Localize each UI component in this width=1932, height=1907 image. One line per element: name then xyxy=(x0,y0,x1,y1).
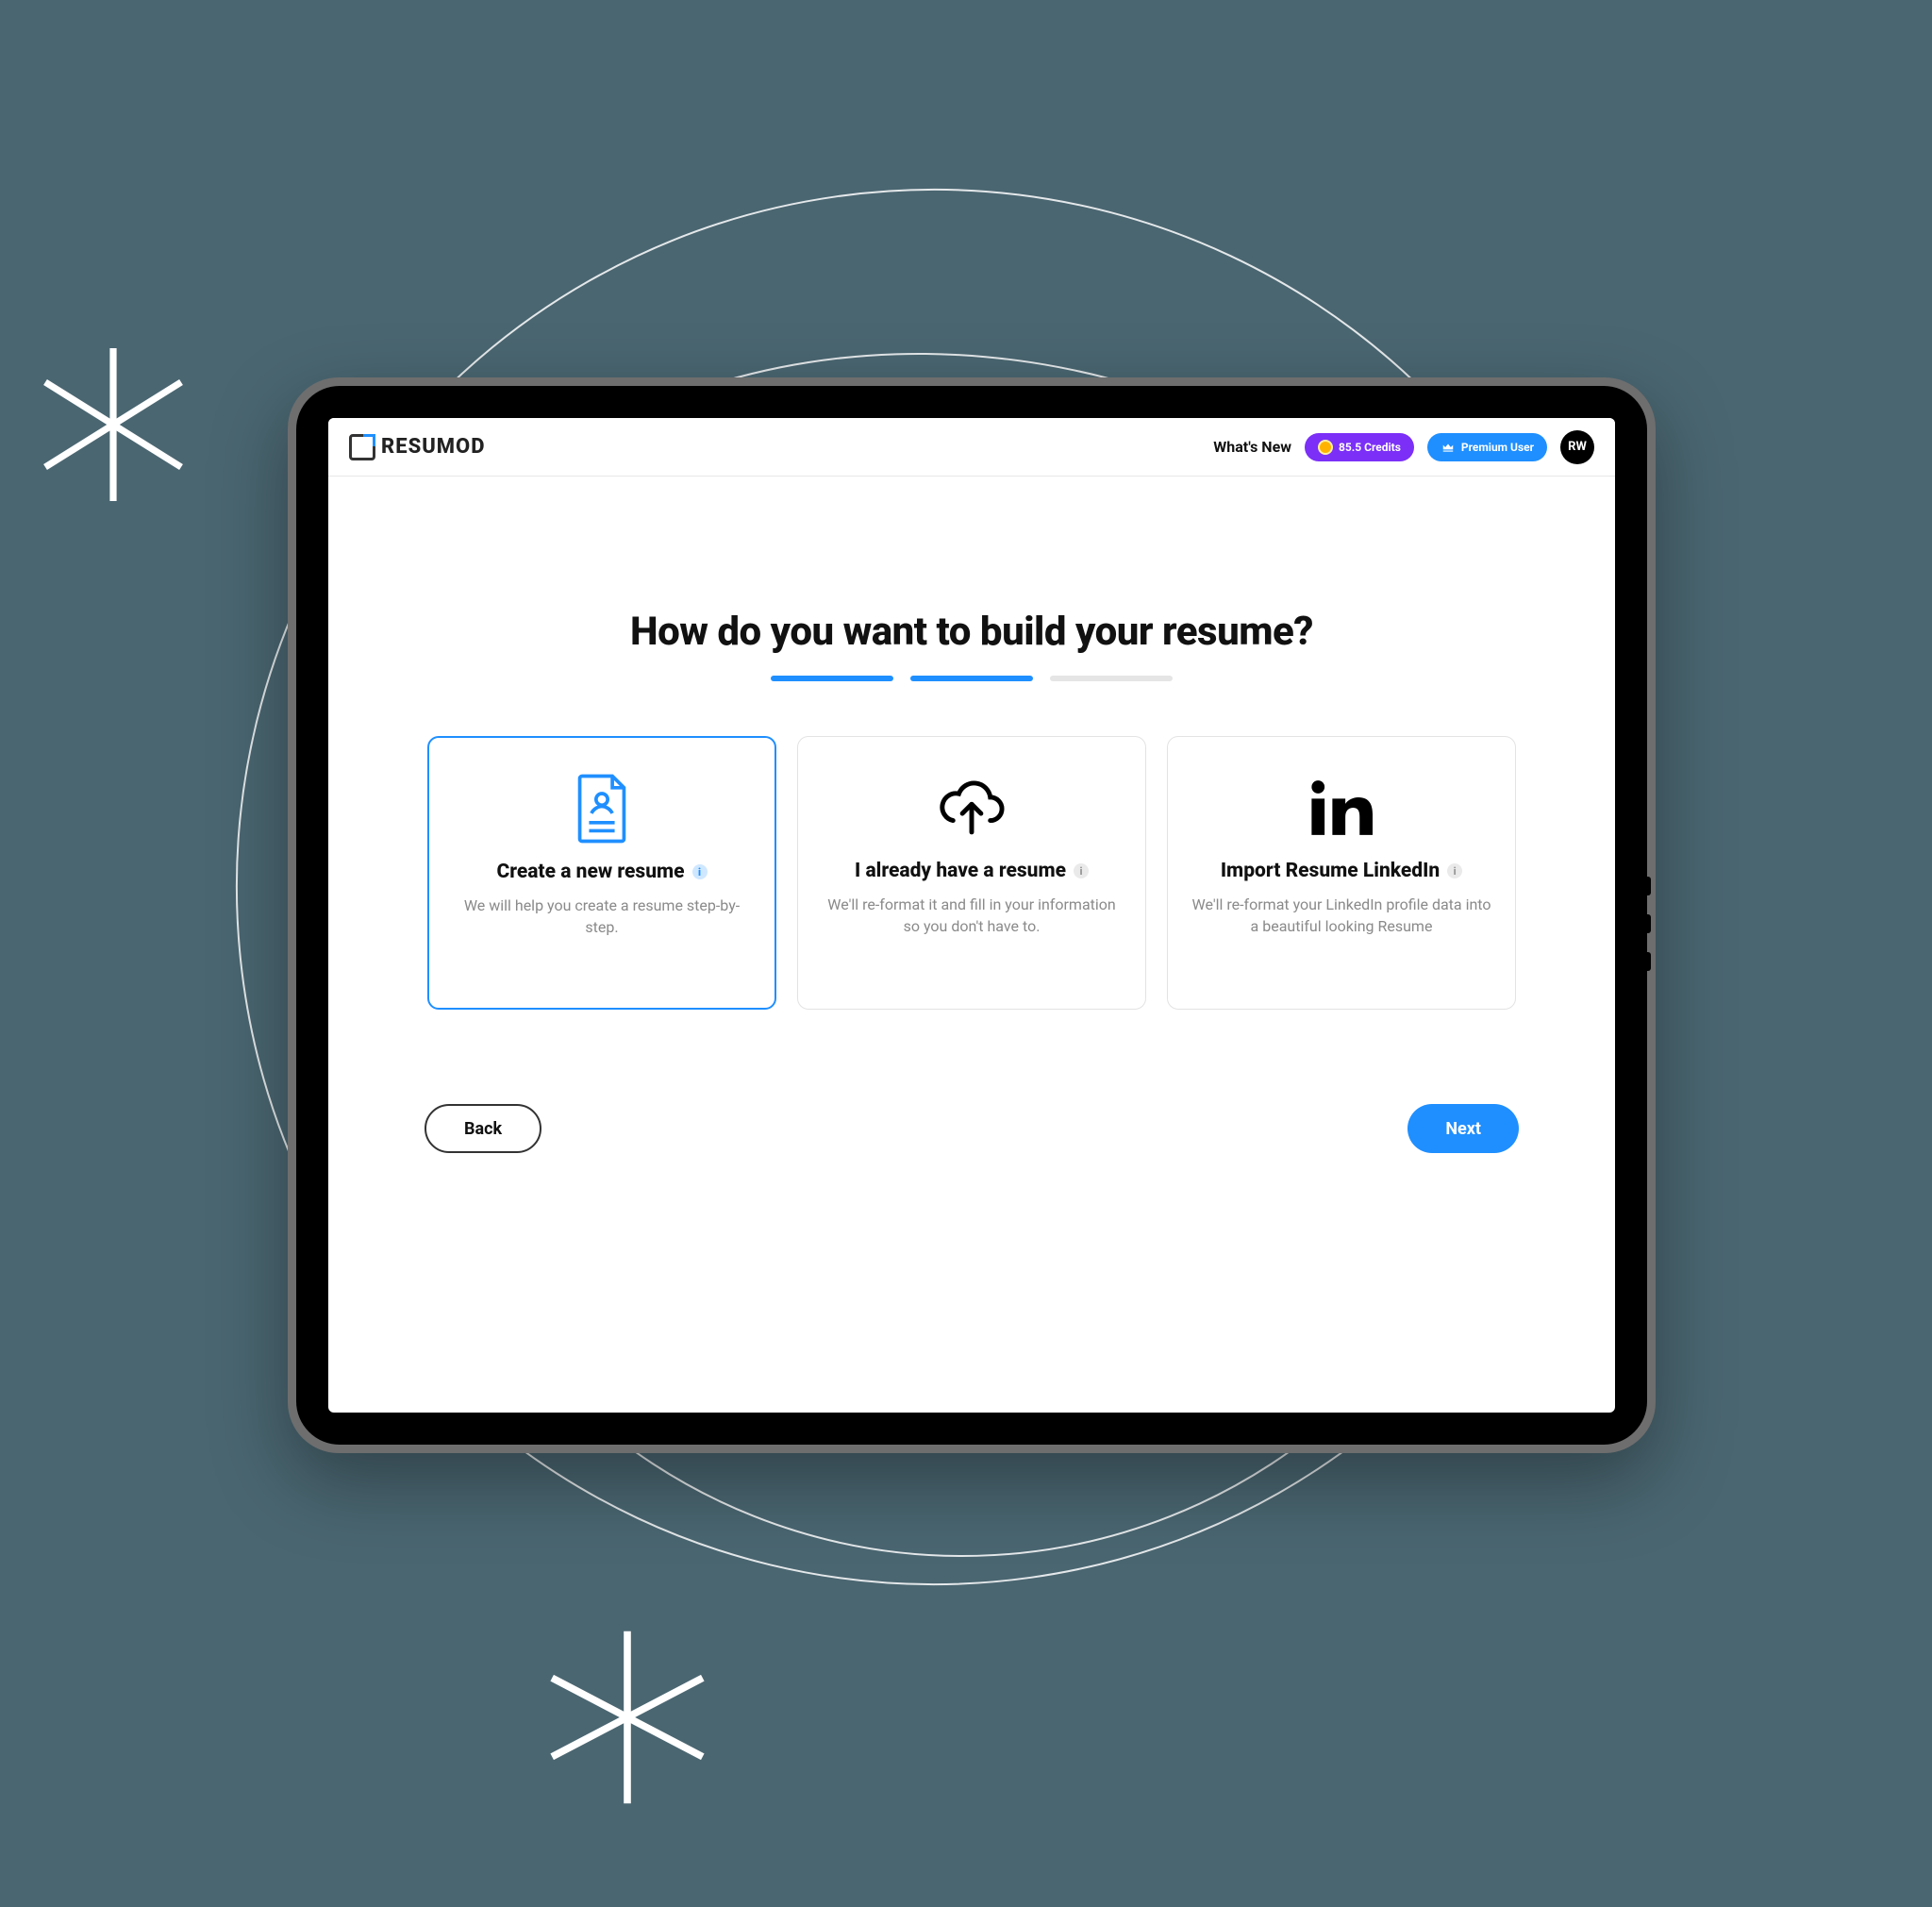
option-desc: We'll re-format it and fill in your info… xyxy=(821,894,1123,937)
option-import-linkedin[interactable]: Import Resume LinkedIn i We'll re-format… xyxy=(1167,736,1516,1010)
linkedin-icon xyxy=(1310,780,1373,835)
resume-doc-icon xyxy=(571,774,633,844)
coin-icon xyxy=(1318,440,1333,455)
option-cards: Create a new resume i We will help you c… xyxy=(385,736,1558,1010)
option-desc: We will help you create a resume step-by… xyxy=(452,895,752,938)
info-icon[interactable]: i xyxy=(1447,863,1462,878)
tablet-bezel: RESUMOD What's New 85.5 Credits Premium … xyxy=(296,386,1647,1445)
app-screen: RESUMOD What's New 85.5 Credits Premium … xyxy=(328,418,1615,1413)
option-desc: We'll re-format your LinkedIn profile da… xyxy=(1191,894,1492,937)
avatar-initials: RW xyxy=(1568,440,1587,454)
brand-logo[interactable]: RESUMOD xyxy=(349,434,486,460)
option-title: I already have a resume xyxy=(855,860,1066,882)
option-title: Import Resume LinkedIn xyxy=(1221,860,1440,882)
brand-name: RESUMOD xyxy=(381,435,486,459)
tablet-frame: RESUMOD What's New 85.5 Credits Premium … xyxy=(288,377,1656,1453)
avatar[interactable]: RW xyxy=(1560,430,1594,464)
cloud-upload-icon xyxy=(937,780,1007,835)
sparkle-icon xyxy=(28,340,198,510)
whats-new-link[interactable]: What's New xyxy=(1213,438,1291,456)
credits-label: 85.5 Credits xyxy=(1339,441,1401,454)
premium-label: Premium User xyxy=(1461,441,1534,454)
back-button[interactable]: Back xyxy=(425,1104,541,1153)
page-title: How do you want to build your resume? xyxy=(630,609,1313,655)
next-button[interactable]: Next xyxy=(1407,1104,1519,1153)
credits-pill[interactable]: 85.5 Credits xyxy=(1305,433,1414,461)
option-have-resume[interactable]: I already have a resume i We'll re-forma… xyxy=(797,736,1146,1010)
option-title: Create a new resume xyxy=(496,861,684,883)
crown-icon xyxy=(1441,441,1456,454)
step-indicator xyxy=(1050,676,1173,681)
sparkle-icon xyxy=(538,1623,717,1812)
progress-steps xyxy=(771,676,1173,681)
step-indicator xyxy=(771,676,893,681)
option-create-new[interactable]: Create a new resume i We will help you c… xyxy=(427,736,776,1010)
main-content: How do you want to build your resume? xyxy=(328,477,1615,1413)
app-header: RESUMOD What's New 85.5 Credits Premium … xyxy=(328,418,1615,477)
info-icon[interactable]: i xyxy=(1074,863,1089,878)
premium-pill[interactable]: Premium User xyxy=(1427,433,1547,461)
info-icon[interactable]: i xyxy=(692,864,708,879)
logo-mark-icon xyxy=(349,434,375,460)
footer-actions: Back Next xyxy=(425,1104,1519,1153)
step-indicator xyxy=(910,676,1033,681)
